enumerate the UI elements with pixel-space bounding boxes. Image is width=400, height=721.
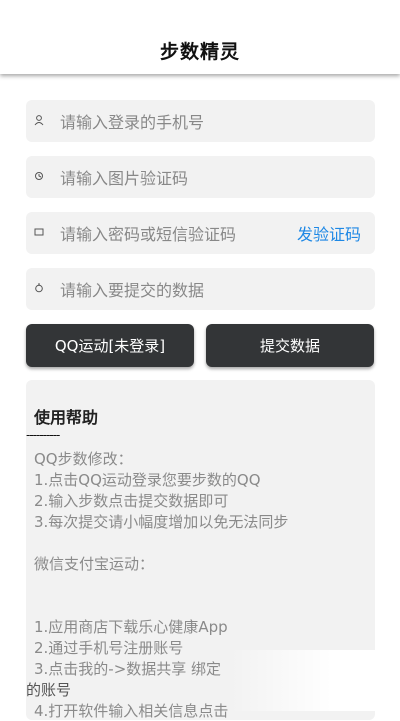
help-line: 2.通过手机号注册账号 [34, 639, 184, 657]
password-field[interactable]: 请输入密码或短信验证码 发验证码 [26, 212, 375, 254]
send-code-button[interactable]: 发验证码 [297, 221, 361, 245]
user-icon [32, 114, 46, 129]
steps-field[interactable]: 请输入要提交的数据 [26, 268, 375, 310]
help-line: 的账号 [26, 681, 72, 699]
qq-login-button[interactable]: QQ运动[未登录] [26, 324, 194, 367]
steps-input[interactable]: 请输入要提交的数据 [60, 277, 375, 301]
help-line: 1.点击QQ运动登录您要步数的QQ [34, 471, 261, 489]
help-line: 3.每次提交请小幅度增加以免无法同步 [34, 513, 289, 531]
captcha-field[interactable]: 请输入图片验证码 [26, 156, 375, 198]
submit-button[interactable]: 提交数据 [206, 324, 374, 367]
steps-icon [32, 283, 46, 296]
help-divider: ---------- [26, 428, 60, 442]
bottom-fade-overlay [230, 650, 400, 711]
page-title: 步数精灵 [159, 41, 240, 63]
captcha-input[interactable]: 请输入图片验证码 [60, 165, 375, 189]
lock-icon [32, 228, 46, 239]
password-input[interactable]: 请输入密码或短信验证码 [60, 221, 297, 245]
help-line: 微信支付宝运动： [34, 555, 155, 573]
help-line: 1.应用商店下载乐心健康App [34, 618, 228, 636]
image-code-icon [32, 171, 46, 184]
app-bar: 步数精灵 [0, 0, 400, 74]
help-line: QQ步数修改： [34, 450, 133, 468]
help-title: 使用帮助 [34, 408, 99, 427]
phone-field[interactable]: 请输入登录的手机号 [26, 100, 375, 142]
help-line: 2.输入步数点击提交数据即可 [34, 492, 229, 510]
phone-input[interactable]: 请输入登录的手机号 [60, 109, 375, 133]
help-line: 3.点击我的->数据共享 绑定 [34, 660, 222, 678]
